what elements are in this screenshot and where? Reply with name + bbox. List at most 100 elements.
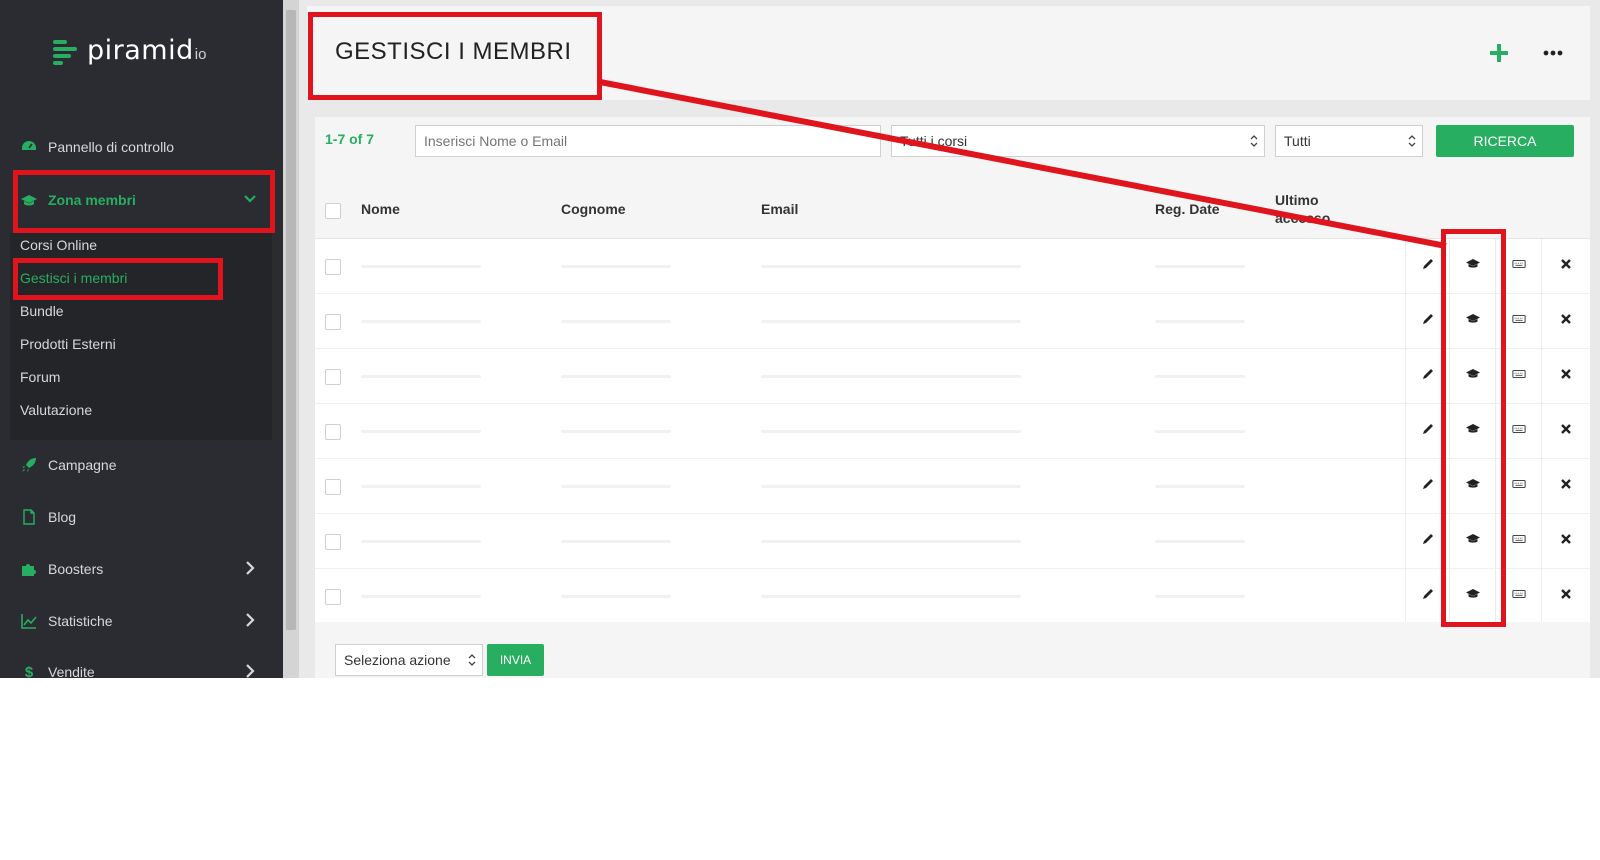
row-checkbox[interactable] [325,259,341,275]
search-button[interactable]: RICERCA [1436,125,1574,157]
close-icon [1559,477,1573,496]
member-courses-button[interactable] [1449,349,1495,404]
column-header-cognome[interactable]: Cognome [561,201,626,217]
row-checkbox[interactable] [325,589,341,605]
row-checkbox[interactable] [325,314,341,330]
submenu-item-corsi-online[interactable]: Corsi Online [20,234,97,256]
close-icon [1559,587,1573,606]
close-icon [1559,367,1573,386]
edit-member-button[interactable] [1405,294,1449,349]
graduation-cap-icon [1465,257,1480,276]
sidebar-item-label: Vendite [48,664,95,678]
submenu-item-bundle[interactable]: Bundle [20,300,64,322]
sidebar-item-boosters[interactable]: Boosters [20,555,270,583]
edit-member-button[interactable] [1405,459,1449,514]
logo[interactable]: piramid io [53,30,206,70]
sidebar-scrollbar[interactable] [283,0,299,678]
edit-member-button[interactable] [1405,514,1449,569]
select-arrows-icon [468,654,476,666]
redacted-cell [361,375,481,378]
row-checkbox[interactable] [325,369,341,385]
member-access-button[interactable] [1495,294,1541,349]
delete-member-button[interactable] [1541,349,1590,404]
table-row [315,569,1590,624]
page-header: GESTISCI I MEMBRI [307,6,1590,100]
line-chart-icon [20,612,38,630]
delete-member-button[interactable] [1541,569,1590,624]
redacted-cell [361,320,481,323]
member-access-button[interactable] [1495,569,1541,624]
bulk-action-value: Seleziona azione [344,652,451,668]
row-checkbox[interactable] [325,424,341,440]
redacted-cell [561,595,671,598]
sidebar-item-dashboard[interactable]: Pannello di controllo [20,133,270,161]
sidebar-item-zona-membri[interactable]: Zona membri [20,186,270,214]
edit-member-button[interactable] [1405,404,1449,459]
edit-member-button[interactable] [1405,569,1449,624]
puzzle-icon [20,560,38,578]
member-courses-button[interactable] [1449,514,1495,569]
keyboard-icon [1511,257,1526,276]
delete-member-button[interactable] [1541,404,1590,459]
graduation-cap-icon [1465,312,1480,331]
submenu-item-gestisci-membri[interactable]: Gestisci i membri [20,267,127,289]
chevron-down-icon [242,191,258,207]
graduation-cap-icon [1465,587,1480,606]
more-options-icon[interactable] [1542,42,1564,64]
search-input[interactable] [415,125,881,157]
member-access-button[interactable] [1495,459,1541,514]
dollar-icon: $ [24,663,34,679]
member-access-button[interactable] [1495,514,1541,569]
table-row [315,459,1590,514]
edit-member-button[interactable] [1405,239,1449,294]
pencil-icon [1421,422,1435,441]
sidebar-item-statistiche[interactable]: Statistiche [20,607,270,635]
column-header-nome[interactable]: Nome [361,201,400,217]
delete-member-button[interactable] [1541,514,1590,569]
column-header-email[interactable]: Email [761,201,798,217]
member-access-button[interactable] [1495,349,1541,404]
redacted-cell [761,375,1021,378]
member-courses-button[interactable] [1449,569,1495,624]
member-courses-button[interactable] [1449,239,1495,294]
column-header-ultimo-accesso[interactable]: Ultimo accesso [1275,191,1345,227]
graduation-cap-icon [1465,477,1480,496]
sidebar-item-vendite[interactable]: $ Vendite [20,658,270,678]
member-access-button[interactable] [1495,239,1541,294]
edit-member-button[interactable] [1405,349,1449,404]
table-row [315,239,1590,294]
member-courses-button[interactable] [1449,459,1495,514]
pencil-icon [1421,367,1435,386]
dashboard-icon [20,138,38,156]
redacted-cell [561,375,671,378]
delete-member-button[interactable] [1541,239,1590,294]
member-courses-button[interactable] [1449,294,1495,349]
submenu-item-valutazione[interactable]: Valutazione [20,399,92,421]
submit-button[interactable]: INVIA [487,644,544,676]
table-row [315,294,1590,349]
scrollbar-thumb[interactable] [286,10,296,630]
row-checkbox[interactable] [325,479,341,495]
bulk-action-select[interactable]: Seleziona azione [335,644,483,676]
redacted-cell [761,485,1021,488]
member-courses-button[interactable] [1449,404,1495,459]
redacted-cell [361,265,481,268]
column-header-reg-date[interactable]: Reg. Date [1155,201,1220,217]
graduation-cap-icon [1465,367,1480,386]
select-all-checkbox[interactable] [325,203,341,219]
table-header: Nome Cognome Email Reg. Date Ultimo acce… [315,179,1590,239]
delete-member-button[interactable] [1541,459,1590,514]
status-select[interactable]: Tutti [1275,125,1423,157]
submenu-item-forum[interactable]: Forum [20,366,60,388]
add-member-button[interactable] [1488,42,1510,64]
delete-member-button[interactable] [1541,294,1590,349]
submenu-item-prodotti-esterni[interactable]: Prodotti Esterni [20,333,116,355]
member-access-button[interactable] [1495,404,1541,459]
keyboard-icon [1511,532,1526,551]
sidebar-item-blog[interactable]: Blog [20,503,270,531]
row-checkbox[interactable] [325,534,341,550]
course-select[interactable]: Tutti i corsi [891,125,1265,157]
sidebar-item-campagne[interactable]: Campagne [20,451,270,479]
redacted-cell [761,430,1021,433]
close-icon [1559,257,1573,276]
